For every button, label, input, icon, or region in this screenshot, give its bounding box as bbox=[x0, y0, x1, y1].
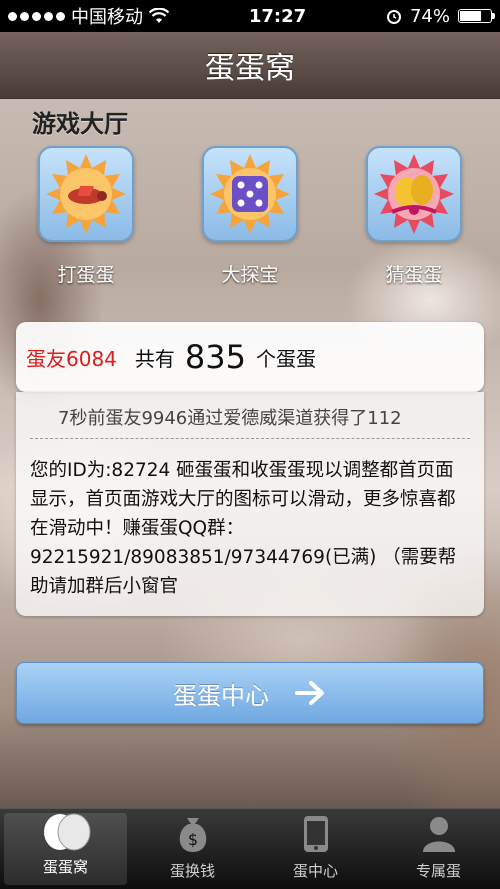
tab-bar: 蛋蛋窝 $ 蛋换钱 蛋中心 专属蛋 bbox=[0, 808, 500, 889]
dice-icon bbox=[210, 154, 290, 234]
plane-egg-icon bbox=[46, 154, 126, 234]
battery-icon bbox=[458, 9, 495, 23]
phone-icon bbox=[303, 816, 328, 852]
money-bag-icon: $ bbox=[179, 818, 206, 852]
game-label: 打蛋蛋 bbox=[57, 264, 115, 286]
tab-danzhongxin[interactable]: 蛋中心 bbox=[254, 809, 377, 889]
lobby-title: 游戏大厅 bbox=[32, 110, 128, 138]
tab-danhuanqian[interactable]: $ 蛋换钱 bbox=[131, 809, 254, 889]
game-item-da-dandan[interactable]: 打蛋蛋 bbox=[36, 146, 136, 287]
tab-label: 蛋换钱 bbox=[169, 862, 215, 880]
username: 蛋友6084 bbox=[26, 346, 117, 371]
arrow-right-icon bbox=[295, 681, 324, 705]
status-bar: 中国移动 17:27 74% bbox=[0, 0, 500, 32]
has-label: 共有 bbox=[134, 346, 175, 371]
page-title: 蛋蛋窝 bbox=[205, 51, 295, 86]
activity-ticker: 7秒前蛋友9946通过爱德威渠道获得了112 bbox=[58, 408, 402, 429]
alarm-icon bbox=[386, 10, 401, 24]
egg-unit: 个蛋蛋 bbox=[255, 346, 316, 371]
clock: 17:27 bbox=[248, 5, 307, 27]
tab-label: 蛋中心 bbox=[292, 862, 338, 880]
eggs-icon bbox=[43, 813, 90, 851]
navigation-bar: 蛋蛋窝 bbox=[0, 32, 500, 99]
game-item-da-tanbao[interactable]: 大探宝 bbox=[200, 146, 300, 287]
game-label: 大探宝 bbox=[221, 264, 279, 286]
egg-summary-card: 蛋友6084 共有 835 个蛋蛋 bbox=[16, 322, 484, 392]
egg-center-button[interactable]: 蛋蛋中心 bbox=[16, 662, 484, 724]
wifi-icon bbox=[149, 8, 169, 23]
game-item-cai-dandan[interactable]: 猜蛋蛋 bbox=[364, 146, 464, 287]
battery-percent: 74% bbox=[409, 5, 450, 27]
dashed-divider bbox=[30, 438, 470, 439]
tab-dandanwo[interactable]: 蛋蛋窝 bbox=[4, 813, 127, 885]
golden-eggs-icon bbox=[374, 154, 454, 234]
person-icon bbox=[422, 817, 455, 852]
signal-icon bbox=[8, 11, 65, 21]
tab-label: 蛋蛋窝 bbox=[42, 858, 88, 876]
game-label: 猜蛋蛋 bbox=[385, 264, 443, 286]
carrier-label: 中国移动 bbox=[71, 7, 143, 28]
egg-count: 835 bbox=[184, 338, 246, 376]
tab-label: 专属蛋 bbox=[415, 862, 461, 880]
egg-center-button-label: 蛋蛋中心 bbox=[173, 681, 269, 710]
notice-text: 您的ID为:82724 砸蛋蛋和收蛋蛋现以调整都首页面显示，首页面游戏大厅的图标… bbox=[30, 460, 457, 597]
tab-zhuanshudan[interactable]: 专属蛋 bbox=[377, 809, 500, 889]
svg-text:$: $ bbox=[187, 830, 197, 849]
